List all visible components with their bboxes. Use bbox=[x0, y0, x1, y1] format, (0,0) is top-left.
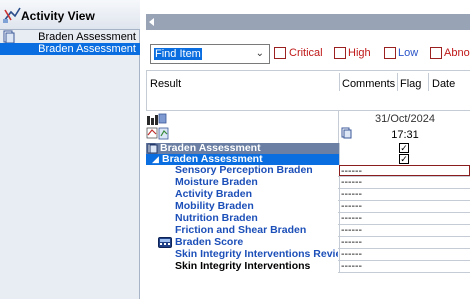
find-item-value: Find Item bbox=[154, 48, 202, 60]
chevron-down-icon: ⌄ bbox=[255, 48, 264, 59]
row-value[interactable]: ------ bbox=[339, 261, 470, 272]
results-pane: Find Item ⌄ Critical High Low Abno Resul… bbox=[146, 0, 470, 299]
low-checkbox[interactable] bbox=[384, 47, 396, 59]
table-row[interactable]: Nutrition Braden ------ bbox=[146, 213, 470, 224]
result-time: 17:31 bbox=[391, 129, 419, 141]
view-item-braden-assessment[interactable]: Braden Assessment bbox=[0, 31, 140, 43]
column-divider[interactable] bbox=[339, 73, 340, 91]
grid-divider bbox=[338, 272, 470, 273]
row-label: Activity Braden bbox=[175, 189, 253, 200]
flowsheet-grid: 31/Oct/2024 17:31 Braden Assessment ✓ Br… bbox=[146, 110, 470, 299]
row-label: Skin Integrity Interventions Revie... bbox=[175, 249, 338, 260]
low-label: Low bbox=[398, 47, 419, 59]
row-value[interactable]: ------ bbox=[339, 237, 470, 248]
table-row[interactable]: Braden Assessment ✓ bbox=[146, 143, 470, 154]
activity-view-icon bbox=[3, 7, 21, 23]
column-divider[interactable] bbox=[397, 73, 398, 91]
activity-view-header: Activity View bbox=[0, 0, 140, 30]
filter-bar: Find Item ⌄ Critical High Low Abno Resul… bbox=[146, 30, 470, 140]
high-label: High bbox=[348, 47, 371, 59]
table-row[interactable]: Skin Integrity Interventions Revie... --… bbox=[146, 249, 470, 260]
table-row[interactable]: Friction and Shear Braden ------ bbox=[146, 225, 470, 236]
view-item-braden-assessment-selected[interactable]: Braden Assessment bbox=[0, 43, 140, 55]
grid-header: 31/Oct/2024 17:31 bbox=[146, 110, 470, 143]
column-date[interactable]: Date bbox=[432, 78, 455, 90]
high-checkbox[interactable] bbox=[334, 47, 346, 59]
row-value[interactable]: ------ bbox=[339, 189, 470, 200]
document-icon bbox=[147, 143, 158, 154]
collapse-left-icon[interactable] bbox=[149, 18, 154, 26]
row-label: Mobility Braden bbox=[175, 201, 254, 212]
result-date: 31/Oct/2024 bbox=[375, 113, 435, 125]
flowsheet-toolbar-icon[interactable] bbox=[146, 113, 182, 141]
activity-view-pane: Activity View Braden Assessment Braden A… bbox=[0, 0, 140, 299]
column-comments[interactable]: Comments bbox=[342, 78, 395, 90]
row-label: Braden Assessment bbox=[160, 143, 261, 154]
pane-toolbar bbox=[146, 14, 470, 30]
row-label: Braden Score bbox=[175, 237, 244, 248]
critical-checkbox[interactable] bbox=[274, 47, 286, 59]
row-label: Braden Assessment bbox=[162, 154, 263, 165]
row-value[interactable]: ------ bbox=[339, 165, 470, 177]
table-row[interactable]: Braden Assessment ◢ ✓ bbox=[146, 154, 470, 165]
column-divider[interactable] bbox=[428, 73, 429, 91]
table-row[interactable]: Activity Braden ------ bbox=[146, 189, 470, 200]
row-value[interactable]: ✓ bbox=[339, 143, 470, 154]
abnormal-label: Abno bbox=[444, 47, 470, 59]
row-value[interactable]: ------ bbox=[339, 225, 470, 236]
find-item-dropdown[interactable]: Find Item ⌄ bbox=[150, 44, 270, 64]
critical-label: Critical bbox=[289, 47, 323, 59]
row-checkbox[interactable]: ✓ bbox=[399, 154, 409, 164]
table-row[interactable]: Mobility Braden ------ bbox=[146, 201, 470, 212]
row-label: Sensory Perception Braden bbox=[175, 165, 313, 176]
abnormal-checkbox[interactable] bbox=[430, 47, 442, 59]
row-label: Friction and Shear Braden bbox=[175, 225, 307, 236]
table-row[interactable]: Sensory Perception Braden ------ bbox=[146, 165, 470, 177]
table-row[interactable]: Skin Integrity Interventions ------ bbox=[146, 261, 470, 272]
row-value[interactable]: ------ bbox=[339, 249, 470, 260]
row-label: Nutrition Braden bbox=[175, 213, 258, 224]
date-column-header[interactable]: 31/Oct/2024 17:31 bbox=[338, 111, 470, 143]
row-value[interactable]: ------ bbox=[339, 177, 470, 188]
column-flag[interactable]: Flag bbox=[400, 78, 421, 90]
activity-view-title: Activity View bbox=[21, 9, 95, 23]
row-value[interactable]: ------ bbox=[339, 201, 470, 212]
table-row[interactable]: Braden Score ------ bbox=[146, 237, 470, 248]
column-result[interactable]: Result bbox=[150, 78, 181, 90]
row-label: Moisture Braden bbox=[175, 177, 258, 188]
row-label: Skin Integrity Interventions bbox=[175, 261, 311, 272]
row-value[interactable]: ------ bbox=[339, 213, 470, 224]
row-value[interactable]: ✓ bbox=[339, 154, 470, 165]
row-checkbox[interactable]: ✓ bbox=[399, 143, 409, 153]
collapse-icon[interactable]: ◢ bbox=[152, 154, 159, 165]
table-row[interactable]: Moisture Braden ------ bbox=[146, 177, 470, 188]
